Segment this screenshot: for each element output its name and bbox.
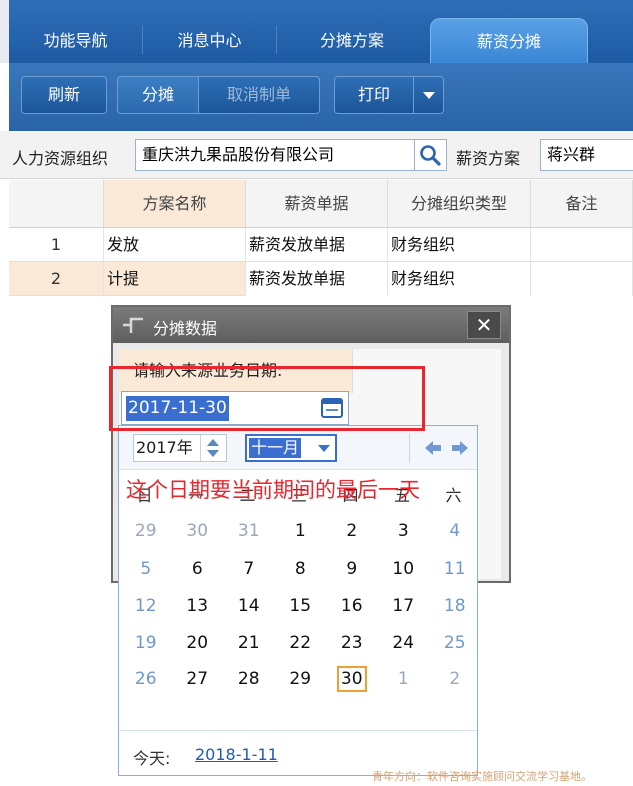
- refresh-button[interactable]: 刷新: [21, 76, 107, 114]
- plan-name-cell: 计提: [104, 262, 246, 296]
- column-header-salary-doc[interactable]: 薪资单据: [246, 180, 388, 228]
- remark-cell: [531, 228, 633, 262]
- month-select[interactable]: 十一月: [245, 434, 337, 462]
- column-header-plan-name[interactable]: 方案名称: [104, 180, 246, 228]
- tab-message-center[interactable]: 消息中心: [143, 18, 276, 63]
- weekday-header: 六: [445, 486, 462, 505]
- calendar-day[interactable]: 8: [285, 556, 315, 582]
- calendar-day[interactable]: 28: [234, 666, 264, 692]
- dialog-title: 分摊数据: [153, 319, 218, 338]
- chevron-down-icon[interactable]: [317, 444, 331, 453]
- calendar-day[interactable]: 5: [131, 556, 161, 582]
- calendar-day[interactable]: 15: [285, 593, 315, 619]
- row-number: 1: [9, 228, 104, 262]
- column-header-remark[interactable]: 备注: [531, 180, 633, 228]
- print-button-label: 打印: [357, 85, 390, 104]
- close-icon[interactable]: ✕: [467, 311, 501, 339]
- calendar-day[interactable]: 4: [440, 518, 470, 544]
- calendar-day[interactable]: 30: [182, 518, 212, 544]
- calendar-day[interactable]: 13: [182, 593, 212, 619]
- calendar-day[interactable]: 18: [440, 593, 470, 619]
- calendar-day[interactable]: 25: [440, 630, 470, 656]
- print-button[interactable]: 打印: [334, 76, 444, 114]
- calendar-day[interactable]: 14: [234, 593, 264, 619]
- calendar-day[interactable]: 21: [234, 630, 264, 656]
- calendar-header: 2017年 十一月: [119, 426, 477, 470]
- column-header-org-type[interactable]: 分摊组织类型: [388, 180, 531, 228]
- calendar-day[interactable]: 7: [234, 556, 264, 582]
- calendar-day[interactable]: 26: [131, 666, 161, 692]
- table-row-selected[interactable]: 2 计提 薪资发放单据 财务组织: [9, 262, 633, 296]
- calendar-day[interactable]: 1: [388, 666, 418, 692]
- dialog-app-icon: [123, 317, 143, 333]
- left-strip: [0, 0, 9, 63]
- year-value: 2017年: [136, 438, 193, 457]
- search-icon[interactable]: [415, 139, 447, 171]
- calendar-day[interactable]: 29: [131, 518, 161, 544]
- tab-salary-allocation[interactable]: 薪资分摊: [430, 18, 588, 63]
- month-value: 十一月: [249, 438, 302, 458]
- tab-function-nav[interactable]: 功能导航: [9, 18, 142, 63]
- annotation-note: 这个日期要当前期间的最后一天: [126, 478, 420, 502]
- dialog-title-bar[interactable]: 分摊数据 ✕: [113, 307, 509, 343]
- calendar-day[interactable]: 2: [440, 666, 470, 692]
- watermark: 青年方向：软件咨询实施顾问交流学习基地。: [372, 770, 592, 783]
- org-type-cell: 财务组织: [388, 262, 531, 296]
- calendar-day[interactable]: 30: [336, 666, 367, 692]
- salary-doc-cell: 薪资发放单据: [246, 228, 388, 262]
- plan-name-cell: 发放: [104, 228, 246, 262]
- header-divider: [409, 433, 410, 463]
- calendar-day[interactable]: 20: [182, 630, 212, 656]
- toolbar: 刷新 分摊 取消制单 打印: [9, 63, 633, 131]
- query-bar: 人力资源组织 重庆洪九果品股份有限公司 薪资方案 蒋兴群: [0, 131, 633, 179]
- calendar-day[interactable]: 3: [388, 518, 418, 544]
- cancel-voucher-button[interactable]: 取消制单: [198, 76, 320, 114]
- top-nav-bar: 功能导航 消息中心 分摊方案 薪资分摊: [0, 0, 633, 63]
- calendar-day[interactable]: 16: [337, 593, 367, 619]
- calendar-day[interactable]: 23: [337, 630, 367, 656]
- today-link[interactable]: 2018-1-11: [195, 745, 278, 764]
- org-type-cell: 财务组织: [388, 228, 531, 262]
- print-dropdown-chevron-down-icon[interactable]: [413, 77, 443, 113]
- highlight-box: [109, 366, 425, 431]
- calendar-day[interactable]: 31: [234, 518, 264, 544]
- salary-plan-field[interactable]: 蒋兴群: [540, 139, 633, 171]
- salary-plan-label: 薪资方案: [456, 149, 521, 168]
- table-row[interactable]: 1 发放 薪资发放单据 财务组织: [9, 228, 633, 262]
- calendar-day[interactable]: 9: [337, 556, 367, 582]
- calendar-day[interactable]: 29: [285, 666, 315, 692]
- year-spin-icon[interactable]: [200, 435, 226, 461]
- row-number: 2: [9, 262, 104, 296]
- calendar-day[interactable]: 11: [440, 556, 470, 582]
- calendar-day[interactable]: 27: [182, 666, 212, 692]
- tab-allocation-plan[interactable]: 分摊方案: [277, 18, 427, 63]
- calendar-day[interactable]: 1: [285, 518, 315, 544]
- prev-month-arrow-icon[interactable]: [423, 438, 443, 458]
- salary-doc-cell: 薪资发放单据: [246, 262, 388, 296]
- hr-org-label: 人力资源组织: [12, 149, 109, 168]
- next-month-arrow-icon[interactable]: [450, 438, 470, 458]
- calendar-day[interactable]: 19: [131, 630, 161, 656]
- calendar-day[interactable]: 17: [388, 593, 418, 619]
- calendar-day[interactable]: 24: [388, 630, 418, 656]
- calendar-day[interactable]: 12: [131, 593, 161, 619]
- hr-org-field[interactable]: 重庆洪九果品股份有限公司: [135, 139, 415, 171]
- calendar-day[interactable]: 22: [285, 630, 315, 656]
- row-number-header: [9, 180, 104, 228]
- calendar-day[interactable]: 6: [182, 556, 212, 582]
- remark-cell: [531, 262, 633, 296]
- left-edge: [0, 180, 9, 786]
- calendar-day[interactable]: 10: [388, 556, 418, 582]
- calendar-day[interactable]: 2: [337, 518, 367, 544]
- today-label: 今天:: [133, 749, 171, 768]
- year-stepper[interactable]: 2017年: [133, 434, 227, 462]
- allocate-button[interactable]: 分摊: [117, 76, 199, 114]
